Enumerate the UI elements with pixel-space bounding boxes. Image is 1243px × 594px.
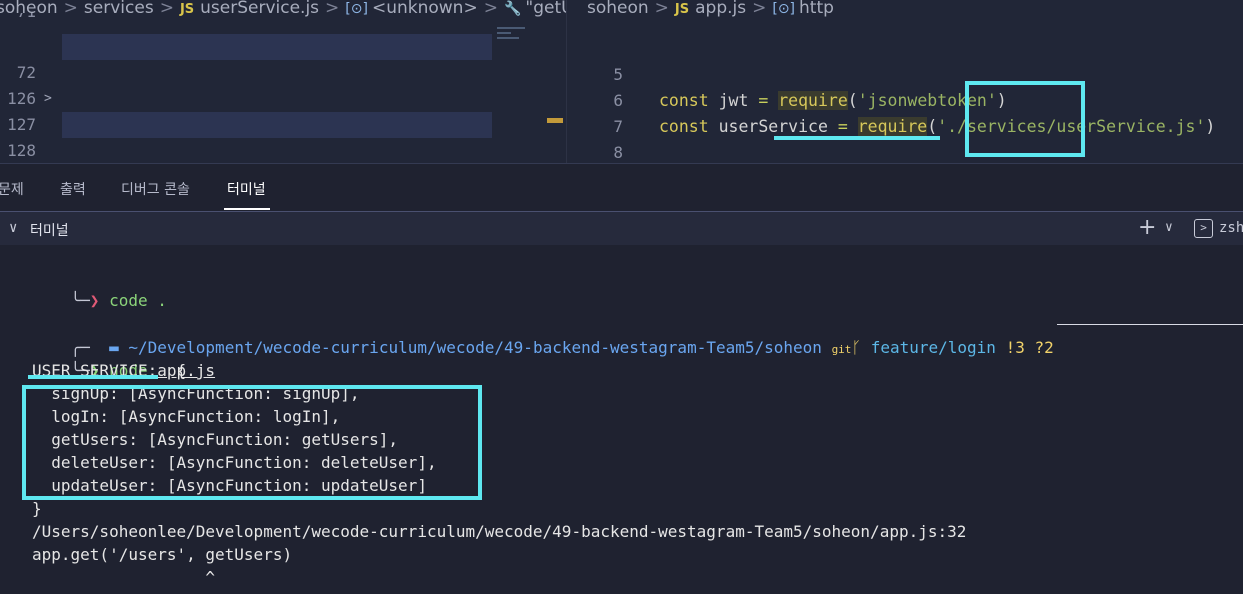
tab-debug-console[interactable]: 디버그 콘솔 bbox=[121, 179, 190, 199]
line-number: 71 bbox=[0, 13, 36, 21]
prompt-divider bbox=[1057, 324, 1243, 325]
terminal-output-line: } bbox=[32, 499, 42, 518]
command-text: code . bbox=[109, 291, 167, 310]
tab-output[interactable]: 출력 bbox=[60, 179, 86, 199]
terminal-title: 터미널 bbox=[30, 223, 69, 239]
code-line[interactable]: 5 const jwt = require('jsonwebtoken') bbox=[567, 36, 1243, 110]
terminal-line-prompt: ╰─❯ code . bbox=[70, 291, 167, 310]
git-icon: git bbox=[831, 343, 852, 356]
breadcrumb-item-services[interactable]: services bbox=[84, 0, 154, 17]
active-tab-indicator bbox=[224, 208, 270, 210]
tab-problems[interactable]: 문제 bbox=[0, 179, 24, 199]
annotation-box bbox=[965, 81, 1085, 157]
panel-tab-bar: 문제 출력 디버그 콘솔 터미널 bbox=[0, 163, 1243, 211]
code-line[interactable]: 6 const userService = require('./service… bbox=[567, 62, 1243, 136]
wrench-icon: 🔧 bbox=[503, 1, 522, 17]
terminal-header: ∨ 터미널 + ∨ > zsh bbox=[0, 211, 1243, 245]
code-line[interactable]: 128 > const getUsers = async(req, res) =… bbox=[0, 112, 566, 212]
code-line: 71 bbox=[0, 13, 60, 21]
tab-terminal[interactable]: 터미널 bbox=[227, 179, 266, 199]
annotation-underline bbox=[774, 136, 940, 140]
chevron-down-icon[interactable]: ∨ bbox=[9, 220, 17, 236]
terminal-line-prompt: ╰─❯ node app.js bbox=[70, 361, 216, 380]
code-line[interactable]: 72 > const logIn = async(req, res) => {… bbox=[0, 34, 566, 134]
breadcrumb: soheon > services > JS userService.js > [⊙] <unk… bbox=[0, 0, 574, 17]
editor-pane-userservice[interactable]: soheon > services > JS userService.js > [⊙] <unk… bbox=[0, 0, 574, 212]
git-branch: feature/login bbox=[870, 338, 996, 357]
branch-icon: ᚴ bbox=[851, 338, 862, 357]
symbol-icon: [⊙] bbox=[345, 1, 368, 17]
code-line[interactable]: 146 } bbox=[0, 138, 566, 212]
cwd-path: ~/Development/wecode-curriculum/wecode/4… bbox=[128, 338, 822, 357]
breadcrumb-item-symbol[interactable]: <unknown> bbox=[372, 0, 478, 17]
annotation-box bbox=[22, 385, 482, 500]
code-line[interactable]: 127 bbox=[0, 86, 566, 134]
breadcrumb-item-file[interactable]: userService.js bbox=[200, 0, 319, 17]
new-terminal-button[interactable]: + bbox=[1138, 215, 1156, 240]
terminal-line-prompt-header: ╭─ ▬ ~/Development/wecode-curriculum/wec… bbox=[70, 338, 1054, 357]
code-line[interactable]: 126 } bbox=[0, 60, 566, 134]
code-line[interactable]: 7 bbox=[567, 88, 1243, 136]
shell-name[interactable]: zsh bbox=[1219, 220, 1243, 236]
terminal-output-line: app.get('/users', getUsers) bbox=[32, 545, 293, 564]
terminal-output-line: /Users/soheonlee/Development/wecode-curr… bbox=[32, 522, 967, 541]
minimap[interactable] bbox=[497, 24, 537, 74]
git-status: !3 ?2 bbox=[1005, 338, 1054, 357]
overview-ruler-marker bbox=[547, 118, 563, 123]
terminal-shell-icon[interactable]: > bbox=[1194, 219, 1213, 238]
annotation-underline bbox=[28, 375, 158, 379]
code-line[interactable]: 4 const { DataSource } = require('typeor… bbox=[567, 10, 1243, 24]
terminal-output-line: ^ bbox=[32, 568, 216, 587]
js-file-icon: JS bbox=[179, 2, 195, 17]
terminal-dropdown-icon[interactable]: ∨ bbox=[1165, 220, 1173, 235]
